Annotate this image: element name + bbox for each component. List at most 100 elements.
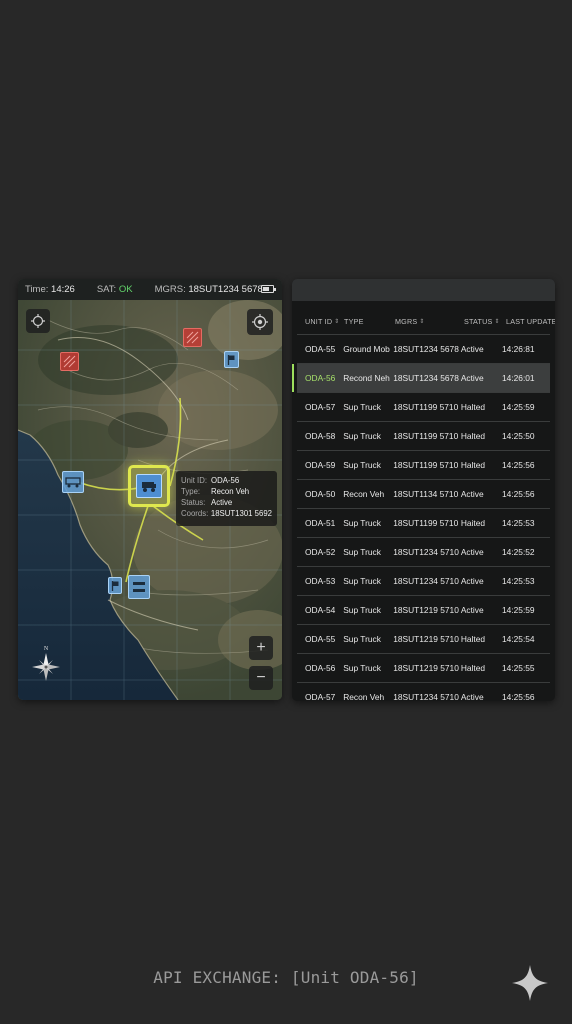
cell-type: Recon Veh (343, 692, 385, 701)
friendly-unit-marker[interactable] (128, 575, 150, 599)
cell-last-updated: 14:25:54 (501, 634, 535, 644)
plus-icon: + (256, 639, 266, 656)
hostile-unit-marker[interactable] (183, 328, 202, 347)
supply-truck-icon (133, 582, 145, 592)
table-row[interactable]: ODA-53 Sup Truck 18SUT1234 5710 Active 14:25… (297, 566, 550, 595)
cell-unit-id: ODA-51 (305, 518, 336, 528)
cell-mgrs: 18SUT1199 5710 (393, 460, 459, 470)
zoom-out-button[interactable]: − (249, 666, 273, 690)
cell-type: Recon Veh (343, 489, 385, 499)
cell-unit-id: ODA-58 (305, 431, 336, 441)
cell-status: Active (460, 547, 484, 557)
cell-last-updated: 14:25:55 (501, 663, 535, 673)
cell-status: Active (460, 489, 484, 499)
table-row[interactable]: ODA-52 Sup Truck 18SUT1234 5710 Active 14:25… (297, 537, 550, 566)
cell-status: Active (460, 605, 484, 615)
gps-button[interactable] (247, 309, 273, 335)
cell-last-updated: 14:25:53 (501, 576, 535, 586)
cell-unit-id: ODA-57 (305, 692, 336, 701)
cell-status: Active (460, 344, 484, 354)
cell-mgrs: 18SUT1199 5710 (393, 518, 459, 528)
sort-icon: ⇕ (494, 318, 500, 325)
cell-mgrs: 18SUT1234 5710 (393, 547, 459, 557)
wheeled-vehicle-icon (65, 477, 81, 488)
cell-last-updated: 14:25:52 (501, 547, 535, 557)
table-row[interactable]: ODA-56 Recond Neh 18SUT1234 5678 Active 14:2… (292, 363, 550, 392)
flag-icon (111, 580, 118, 591)
api-exchange-label: API EXCHANGE: [Unit ODA-56] (153, 968, 419, 987)
cell-last-updated: 14:25:59 (501, 605, 535, 615)
column-header-last-updated[interactable]: LAST UPDATED (506, 317, 555, 326)
cell-unit-id: ODA-57 (305, 402, 336, 412)
sort-icon: ⇕ (419, 318, 425, 325)
column-header-status[interactable]: STATUS ⇕ (464, 317, 506, 326)
cell-type: Sup Truck (343, 431, 381, 441)
table-row[interactable]: ODA-57 Recon Veh 18SUT1234 5710 Active 14:25… (297, 682, 550, 701)
friendly-unit-marker[interactable] (224, 351, 239, 368)
cell-type: Sup Truck (343, 663, 381, 673)
mgrs-readout: MGRS: 18SUT1234 5678 (154, 284, 263, 295)
table-row[interactable]: ODA-56 Sup Truck 18SUT1219 5710 Halted 14:25… (297, 653, 550, 682)
table-row[interactable]: ODA-58 Sup Truck 18SUT1199 5710 Halted 14:25… (297, 421, 550, 450)
locate-button[interactable] (26, 309, 50, 333)
popup-unit-coords: 18SUT1301 5692 (210, 509, 272, 518)
cell-unit-id: ODA-56 (305, 373, 336, 383)
cell-last-updated: 14:25:56 (501, 692, 535, 701)
gps-target-icon (252, 314, 268, 330)
cell-last-updated: 14:25:59 (501, 402, 535, 412)
cell-last-updated: 14:25:56 (501, 489, 535, 499)
unit-info-popup: Unit ID: ODA-56 Type: Recon Veh Status: Act… (176, 471, 277, 526)
friendly-unit-marker[interactable] (62, 471, 84, 493)
cell-status: Halted (460, 431, 486, 441)
hostile-unit-marker[interactable] (60, 352, 79, 371)
cell-status: Halted (460, 634, 486, 644)
table-body: ODA-55 Ground Mob 18SUT1234 5678 Active 14:2… (292, 334, 555, 701)
table-row[interactable]: ODA-59 Sup Truck 18SUT1199 5710 Halted 14:25… (297, 450, 550, 479)
table-row[interactable]: ODA-51 Sup Truck 18SUT1199 5710 Haited 14:25… (297, 508, 550, 537)
cell-unit-id: ODA-53 (305, 576, 336, 586)
cell-unit-id: ODA-55 (305, 344, 336, 354)
table-row[interactable]: ODA-57 Sup Truck 18SUT1199 5710 Halted 14:25… (297, 392, 550, 421)
cell-status: Halted (460, 460, 486, 470)
table-row[interactable]: ODA-55 Ground Mob 18SUT1234 5678 Active 14:2… (297, 334, 550, 363)
map-panel[interactable]: Time: 14:26 SAT: OK MGRS: 18SUT1234 5678 (18, 279, 282, 700)
friendly-unit-marker[interactable] (108, 577, 122, 594)
cell-status: Active (460, 576, 484, 586)
column-header-type[interactable]: TYPE (344, 317, 395, 326)
cell-mgrs: 18SUT1234 5710 (393, 576, 459, 586)
cell-status: Halted (460, 663, 486, 673)
cell-unit-id: ODA-50 (305, 489, 336, 499)
cell-status: Active (460, 692, 484, 701)
cell-mgrs: 18SUT1219 5710 (393, 605, 459, 615)
selected-unit-marker[interactable] (128, 465, 170, 507)
compass-north-label: N (44, 646, 49, 652)
cell-last-updated: 14:26:81 (501, 344, 535, 354)
table-row[interactable]: ODA-54 Sup Truck 18SUT1219 5710 Active 14:25… (297, 595, 550, 624)
cell-type: Sup Truck (343, 518, 381, 528)
popup-label: Type: (181, 487, 201, 496)
column-header-unit-id[interactable]: UNIT ID ⇕ (292, 317, 344, 326)
popup-label: Unit ID: (181, 476, 207, 485)
hostile-hatch-icon (186, 331, 199, 344)
cell-type: Ground Mob (343, 344, 390, 354)
zoom-in-button[interactable]: + (249, 636, 273, 660)
cell-mgrs: 18SUT1199 5710 (393, 431, 459, 441)
column-header-mgrs[interactable]: MGRS ⇕ (395, 317, 464, 326)
cell-mgrs: 18SUT1219 5710 (393, 663, 459, 673)
table-header-bar (292, 279, 555, 301)
cell-unit-id: ODA-59 (305, 460, 336, 470)
table-row[interactable]: ODA-55 Sup Truck 18SUT1219 5710 Halted 14:25… (297, 624, 550, 653)
popup-label: Coords: (181, 509, 209, 518)
cell-status: Halted (460, 402, 486, 412)
time-readout: Time: 14:26 (25, 284, 75, 295)
sparkle-icon (512, 965, 548, 1001)
cell-type: Recond Neh (343, 373, 390, 383)
table-row[interactable]: ODA-50 Recon Veh 18SUT1134 5710 Active 14:25… (297, 479, 550, 508)
crosshair-icon (31, 314, 45, 328)
cell-last-updated: 14:25:53 (501, 518, 535, 528)
cell-type: Sup Truck (343, 460, 381, 470)
map-status-bar: Time: 14:26 SAT: OK MGRS: 18SUT1234 5678 (18, 279, 282, 300)
battery-icon (261, 285, 276, 293)
minus-icon: − (256, 669, 266, 686)
cell-type: Sup Truck (343, 402, 381, 412)
